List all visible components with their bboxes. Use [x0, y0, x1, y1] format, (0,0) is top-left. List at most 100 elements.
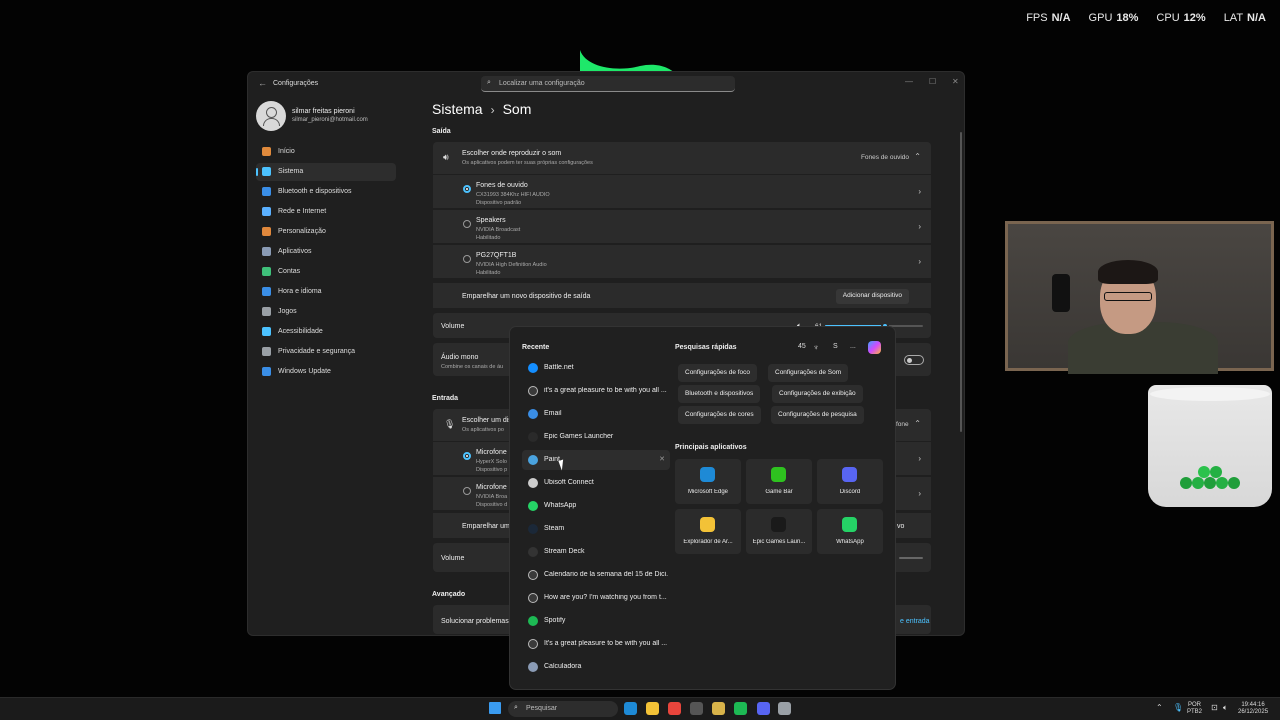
quick-letter[interactable]: S	[833, 343, 838, 350]
device-radio[interactable]	[463, 185, 471, 193]
chevron-right-icon[interactable]: ›	[918, 454, 921, 463]
maximize-icon[interactable]: ☐	[929, 77, 936, 86]
user-profile[interactable]: silmar freitas pieroni silmar_pieroni@ho…	[256, 101, 406, 131]
recent-item[interactable]: Calendario de la semana del 15 de Dici..…	[522, 565, 670, 585]
volume-icon[interactable]: 🔈︎	[1223, 704, 1228, 712]
recent-item[interactable]: Email	[522, 404, 670, 424]
sidebar-item-apps[interactable]: Aplicativos	[256, 243, 396, 261]
show-hidden-icons-chevron[interactable]: ⌃	[1156, 704, 1163, 712]
edge-icon[interactable]	[624, 702, 637, 715]
quick-search-chip[interactable]: Configurações de Som	[768, 364, 849, 382]
input-volume-slider[interactable]	[899, 557, 923, 559]
quick-search-chip[interactable]: Configurações de exibição	[772, 385, 863, 403]
output-chooser-title: Escolher onde reproduzir o som	[462, 150, 562, 157]
recent-item[interactable]: Spotify	[522, 611, 670, 631]
more-options-icon[interactable]: ...	[850, 343, 856, 350]
language-code: POR	[1188, 702, 1202, 708]
sidebar-item-account[interactable]: Contas	[256, 263, 396, 281]
minimize-icon[interactable]: —	[905, 77, 913, 86]
sidebar-item-gamepad[interactable]: Jogos	[256, 303, 396, 321]
sidebar-item-home[interactable]: Início	[256, 143, 396, 161]
device-driver: NVIDIA High Definition Audio	[476, 262, 547, 268]
recent-item[interactable]: Battle.net	[522, 358, 670, 378]
recent-item[interactable]: Paint ✕	[522, 450, 670, 470]
sidebar-item-globe[interactable]: Hora e idioma	[256, 283, 396, 301]
windows-start-icon[interactable]	[489, 702, 501, 714]
device-radio[interactable]	[463, 487, 471, 495]
recent-item[interactable]: It's a great pleasure to be with you all…	[522, 634, 670, 654]
troubleshoot-link[interactable]: e entrada	[900, 618, 930, 625]
app-tile[interactable]: Discord	[817, 459, 883, 504]
recent-item[interactable]: Epic Games Launcher	[522, 427, 670, 447]
recent-item[interactable]: WhatsApp	[522, 496, 670, 516]
breadcrumb-parent[interactable]: Sistema	[432, 101, 483, 117]
app-tile[interactable]: Game Bar	[746, 459, 812, 504]
network-icon[interactable]: ⊡	[1211, 704, 1218, 712]
chevron-right-icon[interactable]: ›	[918, 187, 921, 196]
device-row[interactable]: Fones de ouvido CX31993 384Khz HIFI AUDIO…	[433, 174, 931, 208]
scrollbar[interactable]	[960, 132, 962, 432]
quick-search-chip[interactable]: Configurações de cores	[678, 406, 761, 424]
chevron-right-icon[interactable]: ›	[918, 489, 921, 498]
taskbar-search-input[interactable]: ⌕ Pesquisar	[508, 701, 618, 717]
sidebar-item-brush[interactable]: Personalização	[256, 223, 396, 241]
quick-search-chip[interactable]: Bluetooth e dispositivos	[678, 385, 761, 403]
app-icon[interactable]	[690, 702, 703, 715]
clock-time: 19:44:16	[1241, 702, 1265, 708]
ubisoft-icon	[528, 478, 538, 488]
close-icon[interactable]: ✕	[952, 77, 959, 86]
mail-icon	[528, 409, 538, 419]
pen-icon[interactable]	[712, 702, 725, 715]
quick-search-chip[interactable]: Configurações de foco	[678, 364, 758, 382]
recent-item-label: Steam	[544, 525, 565, 532]
mono-audio-toggle[interactable]	[904, 355, 924, 365]
device-name: PG27QFT1B	[476, 252, 517, 259]
add-device-button[interactable]: Adicionar dispositivo	[835, 289, 909, 304]
chrome-icon[interactable]	[668, 702, 681, 715]
spotify-icon[interactable]	[734, 702, 747, 715]
sidebar-item-shield[interactable]: Privacidade e segurança	[256, 343, 396, 361]
app-tile[interactable]: Explorador de Ar...	[675, 509, 741, 554]
trophy-icon[interactable]: ♆	[813, 343, 819, 352]
device-radio[interactable]	[463, 452, 471, 460]
sidebar-item-update[interactable]: Windows Update	[256, 363, 396, 381]
system-icon	[262, 167, 271, 176]
app-tile[interactable]: WhatsApp	[817, 509, 883, 554]
remove-icon[interactable]: ✕	[659, 455, 665, 463]
sidebar-item-bluetooth[interactable]: Bluetooth e dispositivos	[256, 183, 396, 201]
recent-item[interactable]: How are you? I'm watching you from t...	[522, 588, 670, 608]
recent-item[interactable]: Ubisoft Connect	[522, 473, 670, 493]
back-arrow-icon[interactable]: ←	[258, 78, 267, 88]
quick-search-chip[interactable]: Configurações de pesquisa	[771, 406, 864, 424]
webcam-person-hair	[1098, 260, 1158, 284]
settings-search-input[interactable]: ⌕ Localizar uma configuração	[481, 76, 735, 92]
device-radio[interactable]	[463, 255, 471, 263]
app-tile[interactable]: Epic Games Laun...	[746, 509, 812, 554]
device-row[interactable]: PG27QFT1B NVIDIA High Definition Audio Hab…	[433, 244, 931, 278]
device-row[interactable]: Speakers NVIDIA Broadcast Habilitado ›	[433, 209, 931, 243]
app-tile[interactable]: Microsoft Edge	[675, 459, 741, 504]
chevron-right-icon[interactable]: ›	[918, 222, 921, 231]
stat-value: N/A	[1247, 12, 1266, 24]
microphone-tray-icon[interactable]: 🎙︎	[1173, 704, 1183, 712]
device-radio[interactable]	[463, 220, 471, 228]
output-chooser[interactable]: 🔊︎ Escolher onde reproduzir o som Os apl…	[433, 142, 931, 174]
language-indicator[interactable]: POR PTB2	[1187, 702, 1202, 716]
sidebar-item-system[interactable]: Sistema	[256, 163, 396, 181]
copilot-icon[interactable]	[868, 341, 881, 354]
sidebar-item-accessibility[interactable]: Acessibilidade	[256, 323, 396, 341]
recent-item-label: Calculadora	[544, 663, 582, 670]
chevron-right-icon[interactable]: ›	[918, 257, 921, 266]
recent-item[interactable]: Stream Deck	[522, 542, 670, 562]
sidebar-item-wifi[interactable]: Rede e Internet	[256, 203, 396, 221]
clock-date: 26/12/2025	[1238, 709, 1269, 715]
recent-item[interactable]: it's a great pleasure to be with you all…	[522, 381, 670, 401]
settings-icon[interactable]	[778, 702, 791, 715]
discord-icon[interactable]	[757, 702, 770, 715]
add-input-device-button[interactable]: vo	[897, 523, 904, 530]
app-tile-label: Epic Games Laun...	[752, 539, 806, 545]
clock[interactable]: 19:44:16 26/12/2025	[1238, 702, 1268, 716]
recent-item[interactable]: Calculadora	[522, 657, 670, 677]
recent-item[interactable]: Steam	[522, 519, 670, 539]
file-explorer-icon[interactable]	[646, 702, 659, 715]
